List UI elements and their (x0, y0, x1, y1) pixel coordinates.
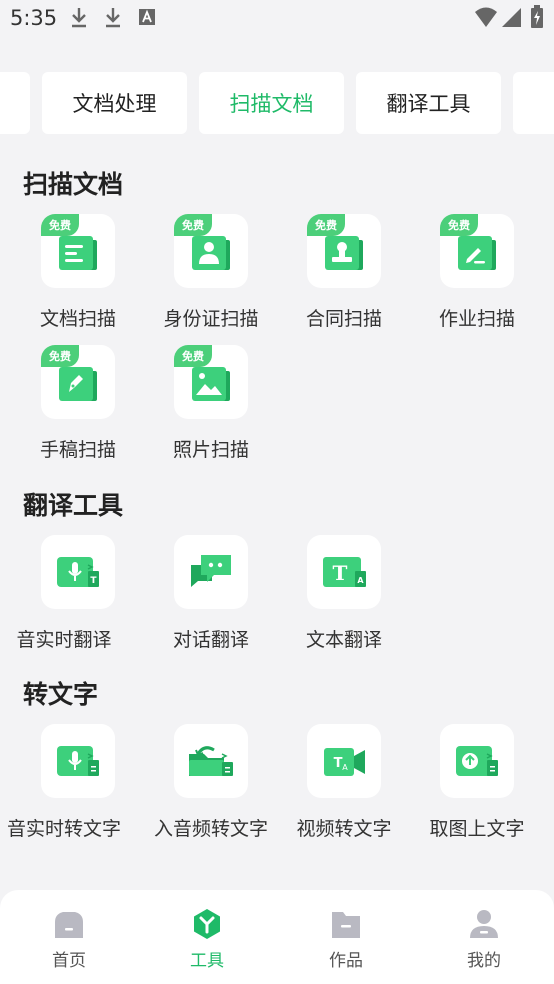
tool-import-audio-to-text[interactable]: 入音频转文字 (145, 724, 277, 852)
tool-label: 照片扫描 (172, 439, 249, 461)
tool-icon-box: 免费 (41, 214, 115, 288)
tool-icon-box: 免费 (174, 214, 248, 288)
tool-icon-box (174, 535, 248, 609)
tool-icon-box: T A (307, 535, 381, 609)
tool-label: 身份证扫描 (163, 308, 259, 330)
wifi-icon (475, 7, 497, 27)
text-a-icon (139, 9, 155, 25)
tool-icon-box: 免费 (307, 214, 381, 288)
tool-homework-scan[interactable]: 免费 作业扫描 (411, 214, 543, 342)
tool-icon-box: 免费 (174, 345, 248, 419)
nav-tools[interactable]: 工具 (138, 908, 276, 972)
nav-label: 作品 (329, 951, 363, 971)
tool-video-to-text[interactable]: T A 视频转文字 (278, 724, 410, 852)
signal-icon (502, 8, 521, 27)
free-badge: 免费 (440, 214, 478, 236)
free-badge: 免费 (174, 214, 212, 236)
tool-manuscript-scan[interactable]: 免费 手稿扫描 (12, 345, 144, 473)
tab-partial-left[interactable] (0, 72, 30, 134)
tool-conversation-translate[interactable]: 对话翻译 (145, 535, 277, 663)
battery-icon (531, 5, 543, 28)
svg-text:T: T (90, 576, 97, 586)
tool-photo-scan[interactable]: 免费 照片扫描 (145, 345, 277, 473)
section-title-scan: 扫描文档 (23, 170, 124, 199)
free-badge: 免费 (41, 345, 79, 367)
mic-translate-icon: T (57, 557, 99, 587)
tool-label: 视频转文字 (296, 818, 392, 840)
tools-icon (194, 909, 220, 939)
tool-extract-image-text[interactable]: 取图上文字 (411, 724, 543, 852)
tool-icon-box (174, 724, 248, 798)
tool-label: 对话翻译 (172, 629, 249, 651)
tool-text-translate[interactable]: T A 文本翻译 (278, 535, 410, 663)
tool-realtime-voice-to-text[interactable]: 音实时转文字 (7, 724, 144, 852)
download-icon (72, 8, 86, 28)
status-bar: 5:35 (0, 0, 554, 38)
nav-label: 工具 (190, 951, 224, 971)
profile-icon (470, 910, 498, 938)
tool-icon-box: 免费 (41, 345, 115, 419)
tab-translate-tools[interactable]: 翻译工具 (356, 72, 501, 134)
nav-label: 首页 (52, 951, 86, 971)
tool-label: 作业扫描 (438, 308, 515, 330)
tool-label: 取图上文字 (429, 818, 525, 840)
svg-text:A: A (357, 576, 364, 585)
tool-label: 文本翻译 (305, 629, 382, 651)
tool-label: 手稿扫描 (39, 439, 116, 461)
tab-label: 扫描文档 (229, 92, 314, 116)
svg-text:T: T (334, 756, 343, 771)
bottom-nav: 首页 工具 作品 我的 (0, 890, 554, 984)
tool-icon-box: 免费 (440, 214, 514, 288)
category-tabs: 文档处理 扫描文档 翻译工具 (0, 72, 554, 134)
nav-profile[interactable]: 我的 (415, 908, 553, 972)
folder-audio-icon (189, 746, 233, 776)
tool-label: 音实时转文字 (6, 818, 121, 840)
nav-label: 我的 (467, 951, 501, 971)
tab-scan-document[interactable]: 扫描文档 (199, 72, 344, 134)
tool-contract-scan[interactable]: 免费 合同扫描 (278, 214, 410, 342)
nav-works[interactable]: 作品 (277, 908, 415, 972)
tool-document-scan[interactable]: 免费 文档扫描 (12, 214, 144, 342)
tab-document-processing[interactable]: 文档处理 (42, 72, 187, 134)
section-title-translate: 翻译工具 (23, 491, 124, 520)
free-badge: 免费 (41, 214, 79, 236)
nav-home[interactable]: 首页 (0, 908, 138, 972)
tool-label: 音实时翻译 (16, 629, 112, 651)
free-badge: 免费 (307, 214, 345, 236)
tool-icon-box: T (41, 535, 115, 609)
video-to-text-icon: T A (324, 748, 365, 776)
tab-partial-right[interactable] (513, 72, 554, 134)
text-translate-icon: T A (323, 557, 366, 587)
tool-icon-box (440, 724, 514, 798)
tab-label: 文档处理 (72, 92, 157, 116)
tool-label: 入音频转文字 (153, 818, 268, 840)
svg-text:A: A (342, 763, 348, 772)
tool-icon-box (41, 724, 115, 798)
tool-label: 文档扫描 (39, 308, 116, 330)
folder-icon (332, 912, 360, 938)
tool-icon-box: T A (307, 724, 381, 798)
mic-to-text-icon (57, 746, 99, 776)
image-upload-text-icon (456, 746, 498, 776)
tab-label: 翻译工具 (386, 92, 471, 116)
tool-realtime-voice-translate[interactable]: T 音实时翻译 (12, 535, 144, 663)
section-title-transcribe: 转文字 (23, 680, 99, 709)
tool-id-card-scan[interactable]: 免费 身份证扫描 (145, 214, 277, 342)
status-time: 5:35 (10, 6, 58, 30)
chat-bubble-icon (191, 555, 231, 587)
tool-label: 合同扫描 (305, 308, 382, 330)
home-icon (55, 912, 83, 938)
free-badge: 免费 (174, 345, 212, 367)
svg-text:T: T (333, 561, 348, 585)
download-icon (106, 8, 120, 28)
